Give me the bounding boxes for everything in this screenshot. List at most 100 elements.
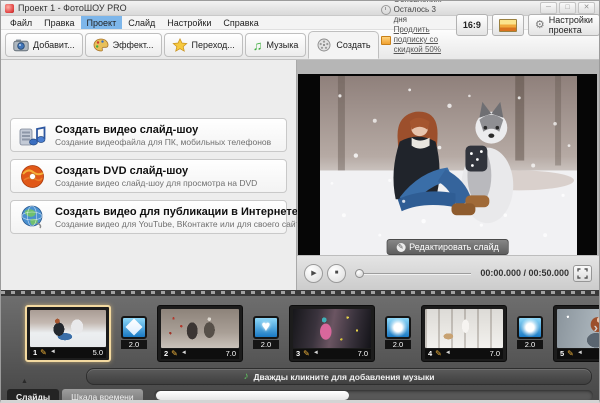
star-icon: [171, 38, 188, 52]
play-button[interactable]: ▶: [304, 263, 323, 283]
video-preview[interactable]: ✎ Редактировать слайд: [298, 74, 597, 256]
option-text: Создать видео для публикации в Интернете…: [55, 205, 304, 229]
seek-slider[interactable]: [355, 268, 472, 278]
stop-button[interactable]: ■: [327, 263, 346, 283]
timeline: 1 ✎ ◄ 5.0 2.0 2 ✎ ◄ 7.0 ♥ 2.0 3 ✎ ◄ 7.0 …: [1, 290, 599, 402]
timeline-scrollbar[interactable]: [153, 390, 593, 400]
edit-icon[interactable]: ✎: [303, 349, 310, 358]
transition-duration: 2.0: [385, 339, 411, 349]
film-reel-icon: [317, 38, 331, 52]
app-icon: [5, 3, 14, 13]
create-video-button[interactable]: Создать видео слайд-шоу Создание видеофа…: [10, 118, 287, 152]
timeline-slide-4[interactable]: 4 ✎ ◄ 7.0: [421, 304, 507, 362]
fullscreen-icon: [577, 267, 588, 279]
main-area: Создать видео слайд-шоу Создание видеофа…: [1, 60, 599, 290]
create-dvd-button[interactable]: Создать DVD слайд-шоу Создание видео сла…: [10, 159, 287, 193]
timeline-transition-1[interactable]: 2.0: [119, 315, 149, 349]
menu-project[interactable]: Проект: [80, 16, 123, 29]
menu-slide[interactable]: Слайд: [122, 16, 161, 29]
tab-create-label: Создать: [336, 40, 371, 50]
option-subtitle: Создание видео слайд-шоу для просмотра н…: [55, 177, 258, 188]
playback-bar: ▶ ■ 00:00.000 / 00:50.000: [297, 255, 599, 290]
speaker-icon[interactable]: ◄: [445, 350, 451, 357]
seek-handle[interactable]: [355, 268, 364, 278]
globe-icon: [21, 205, 43, 228]
slide-number: 5: [560, 349, 565, 358]
tab-transitions[interactable]: Переход...: [163, 33, 243, 57]
collapse-caret-icon[interactable]: ▲: [21, 378, 28, 385]
speaker-icon[interactable]: ◄: [577, 350, 583, 357]
tab-time-scale[interactable]: Шкала времени: [62, 389, 143, 402]
slide-info-bar: 5 ✎ ◄ 7.0: [557, 348, 599, 359]
music-note-icon: ♪: [243, 370, 249, 382]
tab-effects-label: Эффект...: [112, 40, 154, 50]
tab-add[interactable]: Добавит...: [5, 33, 83, 57]
preview-photo: [320, 76, 577, 255]
music-hint: Дважды кликните для добавления музыки: [253, 371, 435, 382]
subscription-icon: [380, 35, 391, 45]
timeline-transition-2[interactable]: 2.0: [251, 315, 281, 349]
play-icon: ▶: [311, 270, 317, 277]
slide-thumbnail: [425, 308, 503, 348]
tab-create[interactable]: Создать: [308, 31, 379, 59]
speaker-icon[interactable]: ◄: [181, 350, 187, 357]
timeline-transition-4[interactable]: 2.0: [515, 315, 545, 349]
menu-edit[interactable]: Правка: [38, 16, 80, 29]
edit-icon[interactable]: ✎: [435, 349, 442, 358]
clock-icon: [380, 5, 391, 15]
aspect-ratio-button[interactable]: 16:9: [455, 14, 488, 36]
edit-slide-button[interactable]: ✎ Редактировать слайд: [386, 239, 509, 255]
tab-effects[interactable]: Эффект...: [84, 33, 162, 57]
timeline-slide-3[interactable]: 3 ✎ ◄ 7.0: [289, 304, 375, 362]
slide-info-bar: 2 ✎ ◄ 7.0: [161, 348, 239, 359]
dvd-disc-icon: [21, 164, 44, 188]
create-panel: Создать видео слайд-шоу Создание видеофа…: [1, 60, 304, 290]
tab-time-scale-label: Шкала времени: [71, 391, 134, 402]
timeline-scroll-right-icon[interactable]: ›: [594, 320, 598, 335]
transition-duration: 2.0: [121, 339, 147, 349]
tab-slides[interactable]: Слайды: [7, 389, 60, 402]
window-title: Проект 1 - ФотоШОУ PRO: [18, 3, 127, 13]
create-web-video-button[interactable]: Создать видео для публикации в Интернете…: [10, 200, 304, 234]
slide-info-bar: 4 ✎ ◄ 7.0: [425, 348, 503, 359]
edit-icon[interactable]: ✎: [171, 349, 178, 358]
edit-icon[interactable]: ✎: [567, 349, 574, 358]
option-title: Создать видео для публикации в Интернете: [55, 205, 298, 218]
menu-file[interactable]: Файл: [4, 16, 38, 29]
transition-duration: 2.0: [253, 339, 279, 349]
slide-duration: 7.0: [489, 349, 500, 358]
slide-thumbnail: [293, 308, 371, 348]
music-track[interactable]: ♪ Дважды кликните для добавления музыки: [86, 368, 592, 385]
diamond-transition-icon: [121, 315, 147, 339]
slide-info-bar: 3 ✎ ◄ 7.0: [293, 348, 371, 359]
music-note-icon: ♫: [252, 37, 263, 53]
timeline-slide-2[interactable]: 2 ✎ ◄ 7.0: [157, 304, 243, 362]
update-block: Обновления: Осталось 3 дня Продлить подп…: [380, 1, 442, 55]
stop-icon: ■: [334, 270, 339, 276]
menu-help[interactable]: Справка: [217, 16, 264, 29]
toolbar: Добавит... Эффект... Переход... ♫ Музыка: [1, 1, 599, 60]
slide-number: 4: [428, 349, 433, 358]
fullscreen-button[interactable]: [573, 264, 592, 282]
project-settings-label: Настройки проекта: [548, 15, 593, 35]
project-settings-button[interactable]: ⚙ Настройки проекта: [527, 14, 599, 36]
tab-music[interactable]: ♫ Музыка: [244, 33, 307, 57]
menu-settings[interactable]: Настройки: [161, 16, 217, 29]
speaker-icon[interactable]: ◄: [50, 349, 56, 356]
slide-number: 1: [33, 348, 38, 357]
seek-track: [355, 272, 472, 274]
edit-slide-label: Редактировать слайд: [409, 242, 499, 252]
tab-slides-label: Слайды: [16, 391, 51, 402]
tab-music-label: Музыка: [266, 40, 299, 50]
timeline-slide-1[interactable]: 1 ✎ ◄ 5.0: [25, 304, 111, 362]
timeline-transition-3[interactable]: 2.0: [383, 315, 413, 349]
edit-icon[interactable]: ✎: [40, 348, 47, 357]
preview-panel: ✎ Редактировать слайд ▶ ■ 00:00.000 / 00…: [297, 60, 599, 290]
slide-duration: 7.0: [357, 349, 368, 358]
option-title: Создать DVD слайд-шоу: [55, 164, 189, 177]
slide-info-bar: 1 ✎ ◄ 5.0: [30, 347, 106, 358]
scrollbar-thumb[interactable]: [155, 391, 349, 400]
speaker-icon[interactable]: ◄: [313, 350, 319, 357]
renew-subscription-link[interactable]: Продлить подписку со скидкой 50%: [394, 25, 442, 55]
background-image-button[interactable]: [491, 14, 524, 36]
